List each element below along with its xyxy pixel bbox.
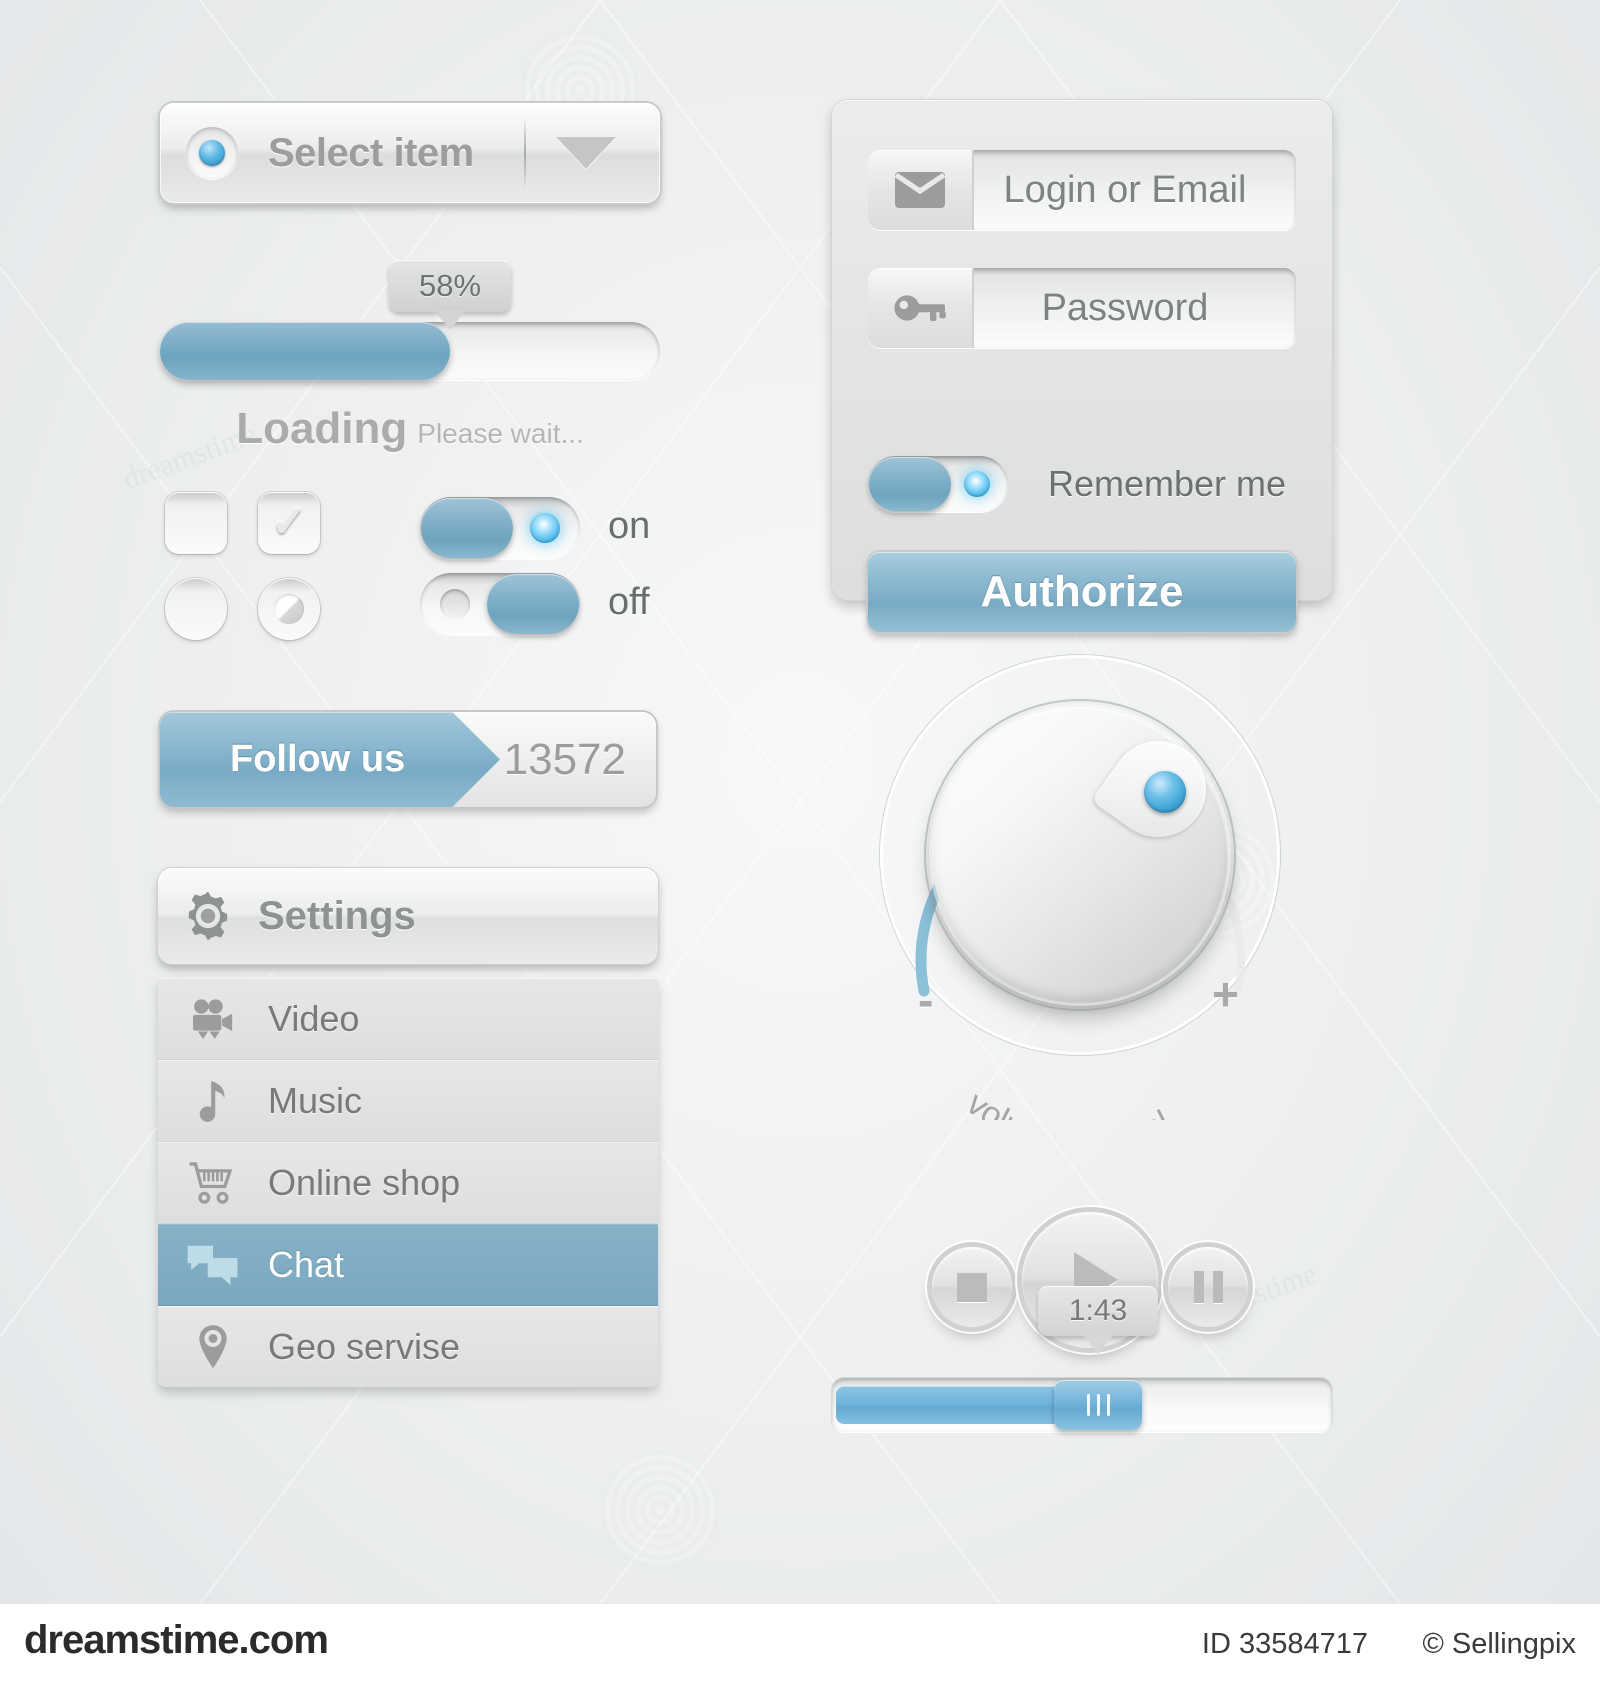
shopping-cart-icon [158, 1160, 268, 1206]
loading-hint: Please wait... [417, 418, 584, 449]
toggle-knob [869, 457, 951, 511]
select-item-dropdown[interactable]: Select item [160, 103, 660, 203]
volume-control[interactable]: - + volume control [860, 645, 1300, 1120]
toggle-led-icon [530, 513, 560, 543]
gear-icon [158, 888, 258, 944]
sidebar-item-online-shop[interactable]: Online shop [158, 1142, 658, 1224]
password-field[interactable]: Password [868, 268, 1296, 348]
follow-us-count: 13572 [503, 734, 626, 784]
login-panel: Login or Email Password Remember me Auth… [832, 100, 1332, 632]
email-field[interactable]: Login or Email [868, 150, 1296, 230]
chat-bubbles-icon [158, 1242, 268, 1288]
toggle-recess [440, 589, 470, 619]
knob-body[interactable] [932, 707, 1228, 1003]
footer-bar: dreamstime.com ID 33584717 © Sellingpix [0, 1603, 1600, 1690]
author-credit: © Sellingpix [1422, 1628, 1576, 1660]
envelope-icon [868, 150, 974, 230]
follow-us-button[interactable]: Follow us 13572 [160, 712, 656, 807]
svg-text:volume control: volume control [960, 1084, 1176, 1120]
pause-icon [1193, 1271, 1223, 1303]
map-pin-icon [158, 1323, 268, 1371]
settings-menu: Settings Video Music Online shop Chat Ge… [158, 868, 658, 1387]
sidebar-item-geo-servise[interactable]: Geo servise [158, 1306, 658, 1387]
sidebar-item-label: Video [268, 997, 360, 1039]
sidebar-item-label: Chat [268, 1243, 345, 1285]
key-icon [868, 268, 974, 348]
volume-control-caption: volume control [960, 1084, 1176, 1120]
toggle-knob [487, 574, 579, 634]
follow-us-label: Follow us [230, 738, 406, 780]
playback-slider[interactable]: 1:43 [832, 1286, 1332, 1432]
volume-plus-label[interactable]: + [1212, 967, 1239, 1021]
sidebar-item-label: Geo servise [268, 1325, 461, 1367]
volume-minus-label[interactable]: - [918, 973, 933, 1027]
select-divider [524, 117, 526, 189]
volume-caption-text: volume control [960, 1084, 1176, 1120]
image-id: ID 33584717 [1201, 1628, 1368, 1660]
radio-unchecked[interactable] [165, 578, 227, 640]
loading-status: Loading Please wait... [160, 404, 660, 454]
playback-time-tooltip: 1:43 [1038, 1286, 1158, 1336]
site-brand: dreamstime.com [24, 1618, 329, 1662]
password-value: Password [1041, 286, 1209, 329]
toggle-switch-on[interactable] [420, 497, 580, 559]
knob-position-dot-icon [1144, 771, 1186, 813]
checkbox-unchecked[interactable] [165, 492, 227, 554]
loading-title: Loading [236, 404, 408, 453]
toggle-on-label: on [608, 505, 651, 547]
progress-fill [160, 322, 450, 380]
toggle-off-label: off [608, 581, 650, 623]
check-icon: ✓ [270, 497, 308, 547]
sidebar-item-music[interactable]: Music [158, 1060, 658, 1142]
sidebar-item-chat[interactable]: Chat [158, 1224, 658, 1306]
toggle-knob [421, 498, 513, 558]
stop-button[interactable] [932, 1247, 1012, 1327]
settings-title: Settings [258, 893, 416, 938]
ui-kit-canvas: dreamstime dreamstime dreamstime Select … [0, 0, 1600, 1690]
radio-checked[interactable] [258, 578, 320, 640]
sidebar-item-video[interactable]: Video [158, 978, 658, 1060]
settings-item-list: Video Music Online shop Chat Geo servise [158, 978, 658, 1387]
authorize-button[interactable]: Authorize [868, 552, 1296, 632]
playback-handle[interactable] [1054, 1380, 1142, 1430]
progress-percent-tooltip: 58% [389, 260, 511, 312]
chevron-down-icon[interactable] [556, 137, 616, 169]
remember-me-toggle[interactable] [868, 456, 1008, 512]
remember-me-row: Remember me [868, 456, 1286, 512]
progress-bar[interactable]: 58% [160, 260, 660, 382]
sidebar-item-label: Music [268, 1079, 363, 1121]
checkbox-checked[interactable]: ✓ [258, 492, 320, 554]
email-value: Login or Email [1003, 168, 1247, 211]
select-item-label: Select item [268, 130, 474, 175]
toggle-led-icon [964, 471, 990, 497]
pause-button[interactable] [1168, 1247, 1248, 1327]
sidebar-item-label: Online shop [268, 1161, 461, 1203]
watermark-spiral [600, 1450, 720, 1570]
toggle-switch-off[interactable] [420, 573, 580, 635]
playback-fill [836, 1386, 1082, 1424]
remember-me-label: Remember me [1048, 463, 1287, 504]
blue-dot-icon [186, 127, 238, 179]
video-camera-icon [158, 997, 268, 1041]
settings-header[interactable]: Settings [158, 868, 658, 964]
authorize-label: Authorize [980, 567, 1184, 616]
radio-dot-icon [274, 594, 304, 624]
music-note-icon [158, 1077, 268, 1125]
stop-icon [957, 1272, 987, 1302]
